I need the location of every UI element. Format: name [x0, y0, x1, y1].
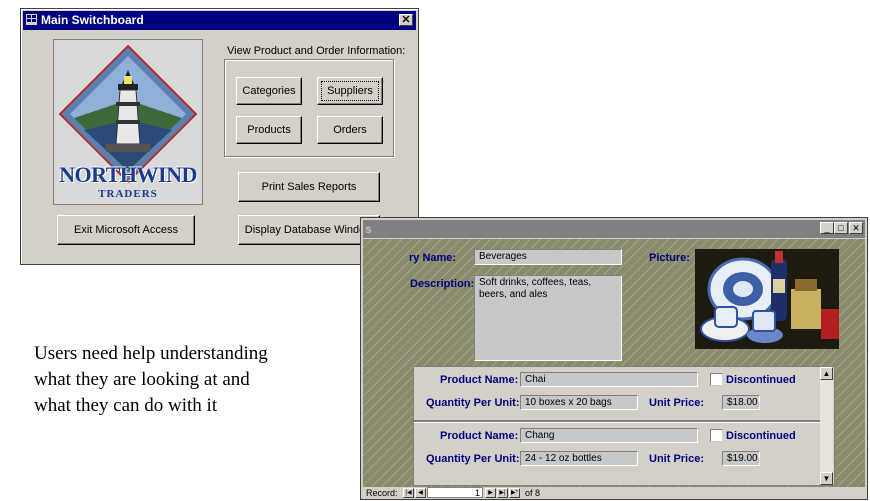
next-record-icon[interactable]: ▶ [485, 488, 496, 498]
unit-price-label: Unit Price: [649, 397, 705, 409]
caption-line: what they are looking at and [34, 369, 250, 390]
category-picture [695, 249, 839, 349]
product-row: Product Name: Chang Discontinued Quantit… [414, 423, 820, 478]
category-name-field[interactable]: Beverages [474, 249, 622, 265]
record-navigation-bar: Record: |◀ ◀ 1 ▶ ▶| ▶* of 8 [363, 487, 865, 499]
record-number-field[interactable]: 1 [427, 487, 483, 498]
suppliers-button[interactable]: Suppliers [317, 77, 383, 105]
discontinued-checkbox[interactable] [710, 429, 723, 442]
product-row: Product Name: Chai Discontinued Quantity… [414, 367, 820, 422]
exit-access-button[interactable]: Exit Microsoft Access [57, 215, 195, 245]
product-name-field[interactable]: Chai [520, 372, 698, 387]
logo-brand-subtext: TRADERS [98, 188, 158, 200]
subform-scrollbar[interactable]: ▲ ▼ [820, 367, 833, 485]
categories-form-body: ry Name: Beverages Description: Soft dri… [363, 239, 865, 487]
orders-button[interactable]: Orders [317, 116, 383, 144]
unit-price-label: Unit Price: [649, 453, 705, 465]
group-label: View Product and Order Information: [227, 45, 406, 57]
product-name-label: Product Name: [440, 374, 519, 386]
first-record-icon[interactable]: |◀ [403, 488, 414, 498]
print-sales-reports-button[interactable]: Print Sales Reports [238, 172, 380, 202]
scroll-up-icon[interactable]: ▲ [820, 367, 833, 380]
caption-text: Users need help understanding what they … [34, 341, 354, 419]
product-name-label: Product Name: [440, 430, 519, 442]
quantity-per-unit-field[interactable]: 10 boxes x 20 bags [520, 395, 638, 410]
close-icon[interactable]: ✕ [849, 222, 863, 234]
caption-line: Users need help understanding [34, 343, 268, 364]
categories-form-window: s _ □ ✕ ry Name: Beverages Description: … [360, 217, 868, 500]
quantity-per-unit-label: Quantity Per Unit: [426, 397, 520, 409]
category-name-label: ry Name: [409, 252, 457, 264]
categories-title: s [365, 222, 372, 236]
record-label: Record: [366, 488, 398, 498]
discontinued-label: Discontinued [726, 374, 796, 386]
switchboard-title: Main Switchboard [41, 13, 144, 27]
discontinued-label: Discontinued [726, 430, 796, 442]
record-count: of 8 [525, 488, 541, 498]
categories-titlebar[interactable]: s _ □ ✕ [363, 220, 865, 238]
form-icon [26, 14, 37, 25]
beverages-photo-icon [695, 249, 839, 349]
last-record-icon[interactable]: ▶| [497, 488, 508, 498]
switchboard-titlebar[interactable]: Main Switchboard ✕ [23, 11, 416, 30]
new-record-icon[interactable]: ▶* [509, 488, 520, 498]
discontinued-checkbox[interactable] [710, 373, 723, 386]
display-database-window-button[interactable]: Display Database Window [238, 215, 380, 245]
unit-price-field[interactable]: $19.00 [722, 451, 760, 466]
categories-button[interactable]: Categories [236, 77, 302, 105]
row-divider [414, 420, 820, 422]
quantity-per-unit-field[interactable]: 24 - 12 oz bottles [520, 451, 638, 466]
prev-record-icon[interactable]: ◀ [415, 488, 426, 498]
product-name-field[interactable]: Chang [520, 428, 698, 443]
minimize-icon[interactable]: _ [820, 222, 834, 234]
maximize-icon[interactable]: □ [834, 222, 848, 234]
caption-line: what they can do with it [34, 395, 218, 416]
logo-brand-text: NORTHWIND [59, 162, 197, 187]
northwind-logo: NORTHWIND TRADERS [53, 39, 203, 205]
products-subform: Product Name: Chai Discontinued Quantity… [413, 366, 835, 486]
description-label: Description: [410, 278, 475, 290]
description-field[interactable]: Soft drinks, coffees, teas, beers, and a… [474, 275, 622, 361]
unit-price-field[interactable]: $18.00 [722, 395, 760, 410]
picture-label: Picture: [649, 252, 690, 264]
quantity-per-unit-label: Quantity Per Unit: [426, 453, 520, 465]
products-button[interactable]: Products [236, 116, 302, 144]
scroll-down-icon[interactable]: ▼ [820, 472, 833, 485]
close-icon[interactable]: ✕ [399, 14, 413, 26]
